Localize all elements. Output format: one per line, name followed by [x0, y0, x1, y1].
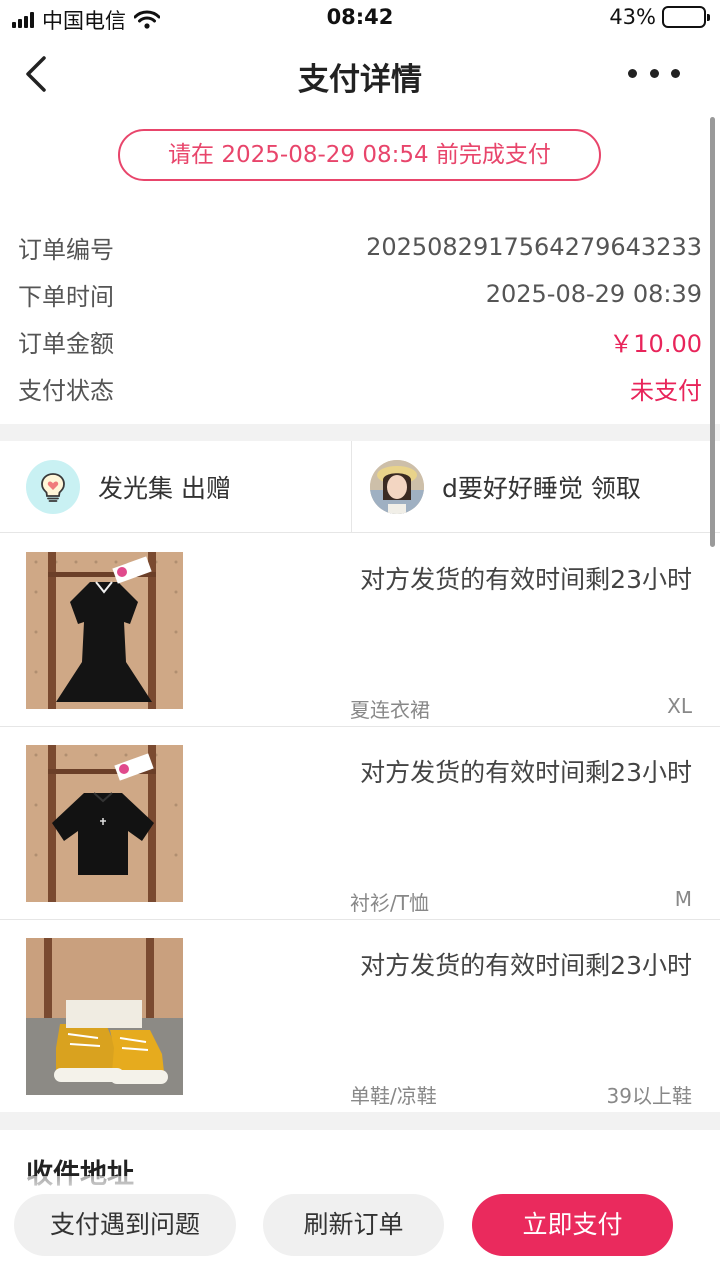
receiver[interactable]: d要好好睡觉 领取 [370, 441, 710, 533]
item-size: 39以上鞋 [606, 1084, 692, 1108]
list-item[interactable]: 对方发货的有效时间剩23小时 单鞋/凉鞋 39以上鞋 [0, 920, 720, 1113]
payment-status-value: 未支付 [630, 376, 702, 405]
item-ship-deadline: 对方发货的有效时间剩23小时 [360, 565, 692, 594]
payment-status-row: 支付状态 未支付 [18, 368, 702, 408]
order-time-row: 下单时间 2025-08-29 08:39 [18, 274, 702, 314]
page-title: 支付详情 [298, 62, 422, 98]
item-size: XL [667, 694, 692, 718]
pay-now-button[interactable]: 立即支付 [472, 1194, 673, 1256]
giver-name: 发光集 出赠 [98, 474, 231, 503]
status-bar: 中国电信 08:42 43% [0, 0, 720, 36]
order-amount-row: 订单金额 ￥10.00 [18, 321, 702, 361]
item-photo-dress [26, 552, 183, 709]
order-time-value: 2025-08-29 08:39 [485, 280, 702, 308]
order-time-label: 下单时间 [18, 282, 114, 311]
section-divider [0, 1112, 720, 1130]
user-avatar [370, 460, 424, 514]
order-amount-label: 订单金额 [18, 329, 114, 358]
item-category: 单鞋/凉鞋 [350, 1084, 437, 1108]
parties-row: 发光集 出赠 d要好好睡觉 领取 [0, 441, 720, 533]
more-dots-icon [628, 68, 637, 78]
payment-deadline-notice: 请在 2025-08-29 08:54 前完成支付 [118, 129, 601, 181]
section-divider [0, 424, 720, 441]
scrollbar[interactable] [710, 117, 715, 547]
order-number-row: 订单编号 2025082917564279643233 [18, 227, 702, 267]
receiver-name: d要好好睡觉 领取 [442, 474, 641, 503]
item-ship-deadline: 对方发货的有效时间剩23小时 [360, 758, 692, 787]
order-amount-value: ￥10.00 [609, 329, 702, 358]
item-category: 衬衫/T恤 [350, 891, 429, 915]
list-item[interactable]: 对方发货的有效时间剩23小时 衬衫/T恤 M [0, 727, 720, 920]
battery-icon [662, 6, 710, 28]
battery-percent: 43% [609, 5, 656, 29]
parties-divider [351, 441, 352, 533]
list-item[interactable]: 对方发货的有效时间剩23小时 夏连衣裙 XL [0, 534, 720, 727]
item-photo-shoes [26, 938, 183, 1095]
item-photo-tshirt [26, 745, 183, 902]
order-number-label: 订单编号 [18, 235, 114, 264]
refresh-order-button[interactable]: 刷新订单 [263, 1194, 444, 1256]
payment-problem-button[interactable]: 支付遇到问题 [14, 1194, 236, 1256]
status-right: 43% [609, 5, 710, 29]
item-category: 夏连衣裙 [350, 698, 430, 722]
item-ship-deadline: 对方发货的有效时间剩23小时 [360, 951, 692, 980]
payment-status-label: 支付状态 [18, 376, 114, 405]
nav-bar: 支付详情 [0, 40, 720, 106]
more-button[interactable] [628, 60, 680, 86]
order-number-value: 2025082917564279643233 [366, 233, 702, 261]
item-size: M [674, 887, 692, 911]
giver[interactable]: 发光集 出赠 [26, 441, 350, 533]
lightbulb-heart-icon [26, 460, 80, 514]
